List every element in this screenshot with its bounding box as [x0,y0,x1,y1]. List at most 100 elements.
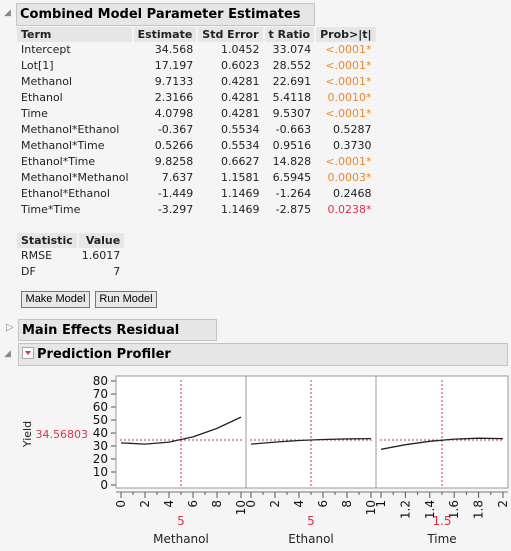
profiler-header[interactable]: Prediction Profiler [18,343,508,366]
term-cell: Ethanol*Ethanol [21,187,110,200]
x-tick-label: 1.4 [423,500,437,519]
x-tick-label: 1.8 [472,500,486,519]
y-tick-label: 50 [93,413,108,427]
table-row: Ethanol 2.3166 0.4281 5.4118 0.0010* [17,90,376,106]
y-tick-label: 80 [93,374,108,388]
term-cell: Time [21,107,48,120]
table-row: Ethanol*Ethanol -1.449 1.1469 -1.264 0.2468 [17,186,376,202]
factor-current-value: 5 [307,514,315,528]
prob-cell: 0.3730 [333,139,372,152]
stat-value: 7 [113,265,121,278]
std-error-cell: 0.6627 [221,155,260,168]
term-cell: Methanol [21,75,73,88]
t-ratio-cell: 33.074 [272,43,312,56]
x-tick-label: 6 [316,500,330,508]
collapse-triangle-icon[interactable]: ◢ [4,349,11,359]
stat-value: 1.6017 [81,249,121,262]
col-term[interactable]: Term [17,27,134,42]
factor-label: Ethanol [288,532,334,546]
profiler-panel-methanol [115,375,247,489]
table-row: Time 4.0798 0.4281 9.5307 <.0001* [17,106,376,122]
y-tick-label: 20 [93,452,108,466]
x-tick-label: 8 [210,500,224,508]
x-tick-label: 1.2 [398,500,412,519]
col-estimate[interactable]: Estimate [132,27,199,42]
std-error-cell: 1.0452 [221,43,260,56]
x-tick-label: 4 [292,500,306,508]
t-ratio-cell: -1.264 [275,187,312,200]
term-cell: Methanol*Ethanol [21,123,120,136]
prob-cell: <.0001* [325,155,372,168]
table-row: RMSE 1.6017 [17,248,124,264]
std-error-cell: 0.5534 [221,139,260,152]
y-tick-label: 60 [93,400,108,414]
y-tick-label: 40 [93,426,108,440]
col-statistic: Statistic [17,233,79,248]
x-tick-label: 6 [186,500,200,508]
table-row: Methanol*Methanol 7.637 1.1581 6.5945 0.0003… [17,170,376,186]
estimate-cell: 7.637 [161,171,194,184]
prob-cell: 0.5287 [333,123,372,136]
col-std-error[interactable]: Std Error [197,27,265,42]
estimates-title: Combined Model Parameter Estimates [20,7,301,22]
x-tick-label: 2 [138,500,152,508]
std-error-cell: 1.1581 [221,171,260,184]
x-tick-label: 1 [374,500,388,508]
stats-table: Statistic Value RMSE 1.6017 DF 7 [17,233,125,280]
profiler-panel-time [375,375,509,489]
y-tick-label: 70 [93,387,108,401]
y-tick-label: 0 [100,478,108,492]
estimates-table: Term Estimate Std Error t Ratio Prob>|t|… [17,27,376,218]
factor-current-value: 5 [177,514,185,528]
estimate-cell: 2.3166 [154,91,194,104]
estimates-header[interactable]: Combined Model Parameter Estimates [16,3,315,26]
prob-cell: 0.0003* [327,171,372,184]
residual-plots-header[interactable]: Main Effects Residual Plots [18,319,217,359]
term-cell: Methanol*Time [21,139,105,152]
std-error-cell: 1.1469 [221,187,260,200]
term-cell: Lot[1] [21,59,54,72]
run-model-button[interactable]: Run Model [95,291,157,308]
profiler-title: Prediction Profiler [37,347,171,362]
term-cell: Methanol*Methanol [21,171,129,184]
expand-triangle-icon[interactable]: ▷ [6,322,14,333]
std-error-cell: 0.4281 [221,75,260,88]
profiler-panel-ethanol [245,375,377,489]
stat-name: DF [21,265,36,278]
std-error-cell: 0.4281 [221,91,260,104]
x-tick-label: 2 [496,500,510,508]
t-ratio-cell: -0.663 [275,123,312,136]
t-ratio-cell: 14.828 [272,155,312,168]
table-header-row: Term Estimate Std Error t Ratio Prob>|t| [17,27,376,42]
prediction-trace [250,437,372,445]
y-tick-label: 30 [93,439,108,453]
estimate-cell: 34.568 [154,43,194,56]
estimate-cell: 9.8258 [154,155,194,168]
table-row: Time*Time -3.297 1.1469 -2.875 0.0238* [17,202,376,218]
col-t-ratio[interactable]: t Ratio [263,27,317,42]
prediction-trace [380,437,504,450]
table-row: Lot[1] 17.197 0.6023 28.552 <.0001* [17,58,376,74]
make-model-button[interactable]: Make Model [21,291,90,308]
table-row: Methanol*Ethanol -0.367 0.5534 -0.663 0.5287 [17,122,376,138]
table-row: Ethanol*Time 9.8258 0.6627 14.828 <.0001* [17,154,376,170]
estimate-cell: 17.197 [154,59,194,72]
factor-current-value: 1.5 [432,514,451,528]
x-tick-label: 0 [244,500,258,508]
red-triangle-menu-icon[interactable] [22,347,34,359]
table-row: Methanol 9.7133 0.4281 22.691 <.0001* [17,74,376,90]
table-row: Methanol*Time 0.5266 0.5534 0.9516 0.3730 [17,138,376,154]
table-header-row: Statistic Value [17,233,125,248]
prob-cell: 0.2468 [333,187,372,200]
t-ratio-cell: 0.9516 [272,139,312,152]
term-cell: Ethanol*Time [21,155,96,168]
y-axis-label: Yield [21,421,34,448]
factor-label: Time [426,532,456,546]
estimate-cell: 9.7133 [154,75,194,88]
x-tick-label: 1.6 [447,500,461,519]
table-row: Intercept 34.568 1.0452 33.074 <.0001* [17,42,376,58]
t-ratio-cell: 6.5945 [272,171,312,184]
col-prob[interactable]: Prob>|t| [315,27,376,42]
t-ratio-cell: 5.4118 [272,91,312,104]
collapse-triangle-icon[interactable]: ◢ [4,8,11,18]
